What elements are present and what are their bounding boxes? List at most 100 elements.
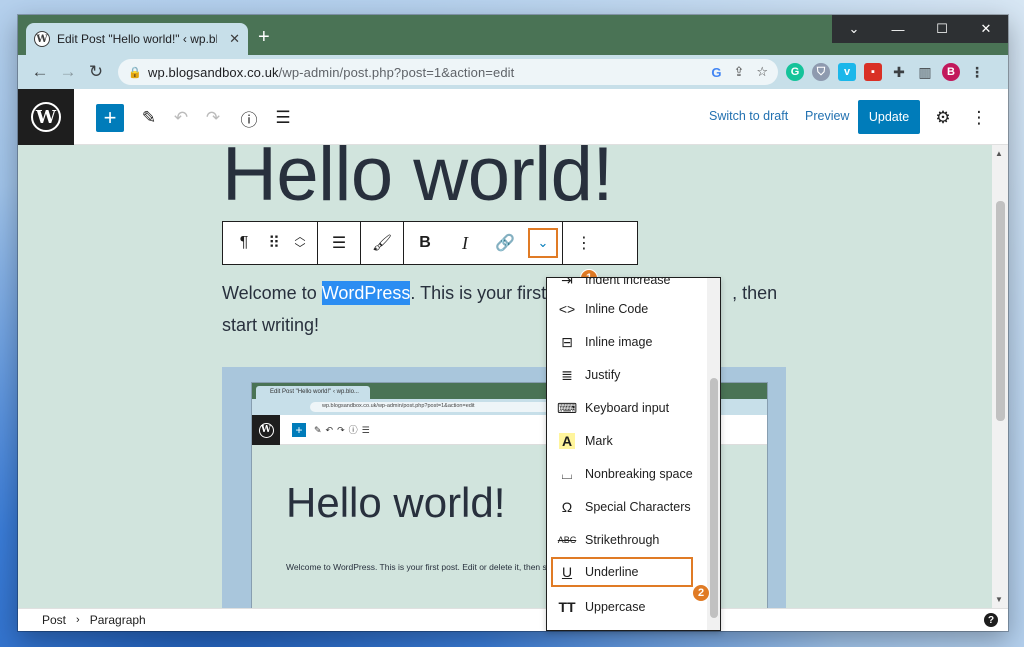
editor-scrollbar[interactable]: ▲ ▼: [992, 145, 1008, 608]
shield-extension-icon[interactable]: ⛉: [812, 63, 830, 81]
embedded-add-icon: +: [292, 423, 306, 437]
extensions-puzzle-icon[interactable]: ✚: [890, 63, 908, 81]
embedded-toolbar-icons: ✎↶↷ⓘ☰: [314, 425, 374, 435]
embedded-tab: Edit Post "Hello world!" ‹ wp.blo...: [256, 386, 370, 399]
window-controls: ⌄ — ☐ ✕: [832, 15, 1008, 43]
uppercase-icon: TT: [558, 599, 576, 615]
tab-close-icon[interactable]: ✕: [229, 31, 240, 47]
redo-icon[interactable]: ↷: [200, 104, 226, 132]
menu-item-inline-code[interactable]: <> Inline Code: [553, 294, 703, 324]
italic-icon[interactable]: I: [448, 222, 482, 264]
breadcrumb-post[interactable]: Post: [42, 613, 66, 627]
browser-window: W Edit Post "Hello world!" ‹ wp.blogs ✕ …: [18, 15, 1008, 631]
scroll-up-icon[interactable]: ▲: [995, 149, 1003, 158]
forward-icon[interactable]: →: [54, 58, 82, 86]
nbsp-icon: ⌴: [561, 465, 573, 482]
embedded-title: Hello world!: [286, 479, 506, 526]
url-path: /wp-admin/post.php?post=1&action=edit: [278, 64, 515, 80]
browser-menu-icon[interactable]: ⋮: [968, 63, 986, 81]
menu-item-inline-image[interactable]: ⊟ Inline image: [553, 327, 703, 357]
wordpress-logo-button[interactable]: W: [18, 89, 74, 145]
options-menu-icon[interactable]: ⋮: [966, 104, 992, 132]
menu-item-nonbreaking-space[interactable]: ⌴ Nonbreaking space: [553, 459, 703, 489]
tab-title: Edit Post "Hello world!" ‹ wp.blogs: [57, 32, 217, 46]
grammarly-icon[interactable]: G: [786, 63, 804, 81]
selected-text[interactable]: WordPress: [321, 281, 411, 305]
move-up-down-icon[interactable]: ︿ ﹀: [287, 222, 313, 264]
align-text-icon[interactable]: ☰: [322, 222, 356, 264]
tab-strip: W Edit Post "Hello world!" ‹ wp.blogs ✕ …: [18, 15, 1008, 55]
new-tab-icon[interactable]: +: [258, 27, 270, 47]
scroll-thumb[interactable]: [996, 201, 1005, 421]
editor-header: W + ✎ ↶ ↷ ⓘ ☰ Switch to draft Preview Up…: [18, 89, 1008, 145]
settings-gear-icon[interactable]: ⚙: [930, 104, 956, 132]
help-icon[interactable]: ?: [984, 613, 998, 627]
close-window-icon[interactable]: ✕: [964, 15, 1008, 43]
lock-icon[interactable]: 🔒: [128, 66, 142, 79]
list-view-icon[interactable]: ☰: [270, 104, 296, 132]
justify-icon: ≣: [561, 366, 573, 383]
add-block-button[interactable]: +: [96, 104, 124, 132]
block-options-icon[interactable]: ⋮: [567, 222, 601, 264]
vimeo-icon[interactable]: v: [838, 63, 856, 81]
underline-icon: U: [561, 564, 573, 580]
bold-icon[interactable]: B: [408, 222, 442, 264]
mark-icon: A: [558, 433, 576, 449]
profile-avatar[interactable]: B: [942, 63, 960, 81]
menu-item-keyboard-input[interactable]: ⌨ Keyboard input: [553, 393, 703, 423]
share-icon[interactable]: ⇪: [733, 64, 744, 80]
update-button[interactable]: Update: [858, 100, 920, 134]
breadcrumb-paragraph[interactable]: Paragraph: [90, 613, 146, 627]
switch-to-draft-button[interactable]: Switch to draft: [709, 109, 788, 123]
more-formats-chevron-icon[interactable]: ⌄: [528, 228, 558, 258]
block-breadcrumb: Post › Paragraph ?: [18, 608, 1008, 631]
menu-item-justify[interactable]: ≣ Justify: [553, 360, 703, 390]
paragraph-line-2: start writing!: [222, 315, 320, 335]
undo-icon[interactable]: ↶: [168, 104, 194, 132]
menu-scroll-thumb[interactable]: [710, 378, 718, 618]
more-formats-menu: ⇥ Indent increase <> Inline Code ⊟ Inlin…: [546, 277, 721, 631]
scroll-down-icon[interactable]: ▼: [995, 595, 1003, 604]
indent-icon: ⇥: [561, 277, 573, 288]
record-extension-icon[interactable]: ▪: [864, 63, 882, 81]
breadcrumb-chevron-icon: ›: [76, 614, 80, 626]
maximize-icon[interactable]: ☐: [920, 15, 964, 43]
link-icon[interactable]: 🔗: [488, 222, 522, 264]
menu-scrollbar[interactable]: [707, 278, 720, 630]
menu-item-strikethrough[interactable]: ABC Strikethrough: [553, 525, 703, 555]
back-icon[interactable]: ←: [26, 58, 54, 86]
code-icon: <>: [558, 301, 576, 317]
menu-item-mark[interactable]: A Mark: [553, 426, 703, 456]
minimize-icon[interactable]: —: [876, 15, 920, 43]
paragraph-text-mid: . This is your first: [410, 283, 547, 303]
highlight-brush-icon[interactable]: 🖌: [365, 222, 399, 264]
details-info-icon[interactable]: ⓘ: [236, 104, 262, 132]
drag-handle-icon[interactable]: ⠿: [261, 222, 287, 264]
url-host: wp.blogsandbox.co.uk: [148, 64, 279, 80]
reload-icon[interactable]: ↻: [82, 58, 110, 86]
post-title[interactable]: Hello world!: [222, 145, 614, 218]
extensions-area: G ⛉ v ▪ ✚ ▥ B ⋮: [786, 55, 986, 89]
navigation-bar: ← → ↻ 🔒 wp.blogsandbox.co.uk/wp-admin/po…: [18, 55, 1008, 89]
address-bar[interactable]: 🔒 wp.blogsandbox.co.uk/wp-admin/post.php…: [118, 59, 778, 85]
tab-search-icon[interactable]: ⌄: [832, 15, 876, 43]
step-2-badge: 2: [692, 584, 710, 602]
preview-button[interactable]: Preview: [805, 109, 849, 123]
editor-canvas: Hello world! ¶ ⠿ ︿ ﹀ ☰ 🖌 B I 🔗 ⌄ ⋮ Welco…: [18, 145, 992, 608]
image-icon: ⊟: [561, 333, 573, 350]
google-lens-icon[interactable]: G: [711, 65, 721, 80]
wordpress-logo-icon: W: [31, 102, 61, 132]
bookmark-star-icon[interactable]: ☆: [756, 64, 768, 80]
side-panel-icon[interactable]: ▥: [916, 63, 934, 81]
paragraph-block-icon[interactable]: ¶: [227, 222, 261, 264]
browser-tab[interactable]: W Edit Post "Hello world!" ‹ wp.blogs ✕: [26, 23, 248, 55]
strikethrough-icon: ABC: [557, 535, 577, 545]
paragraph-text-tail: , then: [732, 283, 778, 303]
embedded-wp-logo-icon: W: [258, 422, 274, 438]
menu-item-indent-increase[interactable]: ⇥ Indent increase: [553, 277, 703, 295]
menu-item-uppercase[interactable]: TT Uppercase: [553, 592, 703, 622]
paragraph-text-start: Welcome to: [222, 283, 322, 303]
menu-item-special-characters[interactable]: Ω Special Characters: [553, 492, 703, 522]
menu-item-underline[interactable]: U Underline: [551, 557, 693, 587]
edit-pen-icon[interactable]: ✎: [136, 104, 162, 132]
